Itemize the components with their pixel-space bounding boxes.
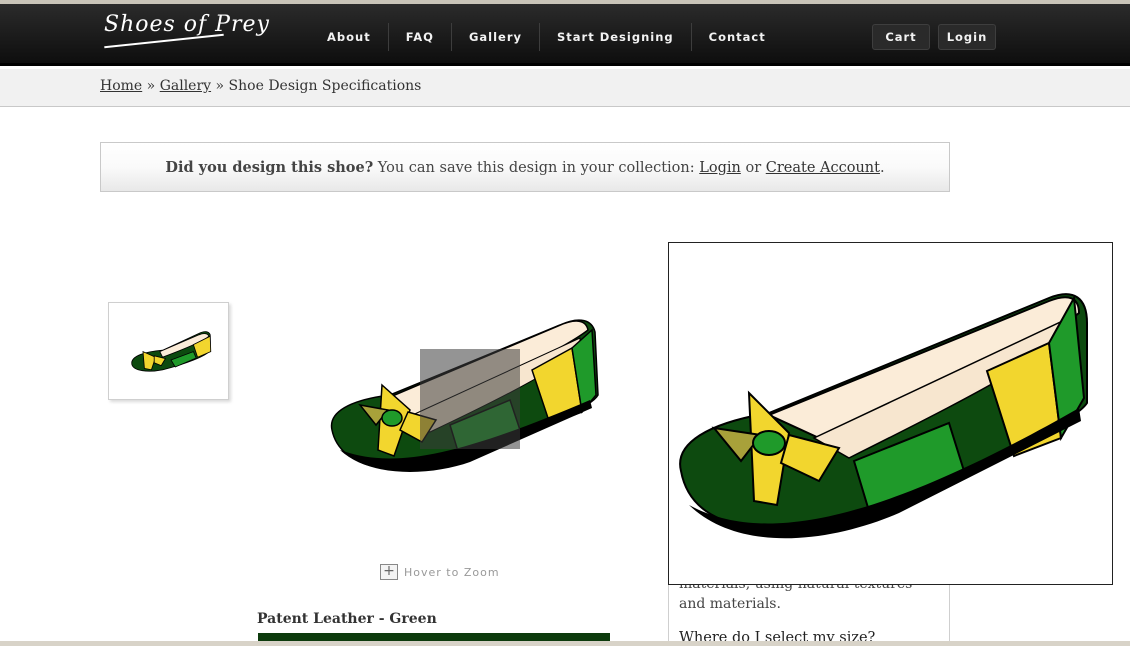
notice-question: Did you design this shoe?	[165, 159, 374, 176]
shoe-thumbnail-image	[131, 331, 212, 372]
nav-start-designing[interactable]: Start Designing	[540, 23, 692, 51]
notice-or: or	[740, 160, 766, 176]
shoe-thumbnail[interactable]	[108, 302, 229, 400]
zoom-preview	[668, 242, 1113, 585]
breadcrumb-home-link[interactable]: Home	[100, 78, 142, 94]
zoom-shoe-svg	[679, 293, 1088, 539]
breadcrumb-current: Shoe Design Specifications	[228, 78, 422, 94]
login-button[interactable]: Login	[938, 24, 996, 50]
faq-panel: materials, using natural textures and ma…	[668, 576, 950, 646]
breadcrumb-gallery-link[interactable]: Gallery	[160, 78, 211, 94]
notice-login-link[interactable]: Login	[699, 160, 741, 176]
material-label: Patent Leather - Green	[257, 611, 437, 627]
breadcrumb-bar: Home » Gallery » Shoe Design Specificati…	[0, 69, 1130, 107]
browser-bottom-strip	[0, 641, 1130, 646]
nav-contact[interactable]: Contact	[692, 23, 783, 51]
breadcrumb: Home » Gallery » Shoe Design Specificati…	[100, 78, 421, 94]
breadcrumb-separator: »	[215, 78, 225, 94]
notice-text: You can save this design in your collect…	[373, 160, 700, 176]
zoom-lens[interactable]	[420, 349, 520, 449]
site-header: Shoes of Prey About FAQ Gallery Start De…	[0, 4, 1130, 66]
nav-faq[interactable]: FAQ	[389, 23, 452, 51]
main-nav: About FAQ Gallery Start Designing Contac…	[310, 8, 783, 66]
logo-text: Shoes of Prey	[104, 12, 270, 37]
save-design-notice: Did you design this shoe? You can save t…	[100, 142, 950, 192]
nav-about[interactable]: About	[310, 23, 389, 51]
hover-to-zoom[interactable]: + Hover to Zoom	[380, 564, 500, 580]
nav-gallery[interactable]: Gallery	[452, 23, 540, 51]
cart-button[interactable]: Cart	[872, 24, 930, 50]
notice-create-account-link[interactable]: Create Account	[766, 160, 880, 176]
plus-icon: +	[380, 564, 398, 580]
hover-to-zoom-label: Hover to Zoom	[404, 565, 500, 579]
breadcrumb-separator: »	[146, 78, 156, 94]
site-logo[interactable]: Shoes of Prey	[104, 12, 270, 49]
notice-end: .	[879, 160, 885, 176]
